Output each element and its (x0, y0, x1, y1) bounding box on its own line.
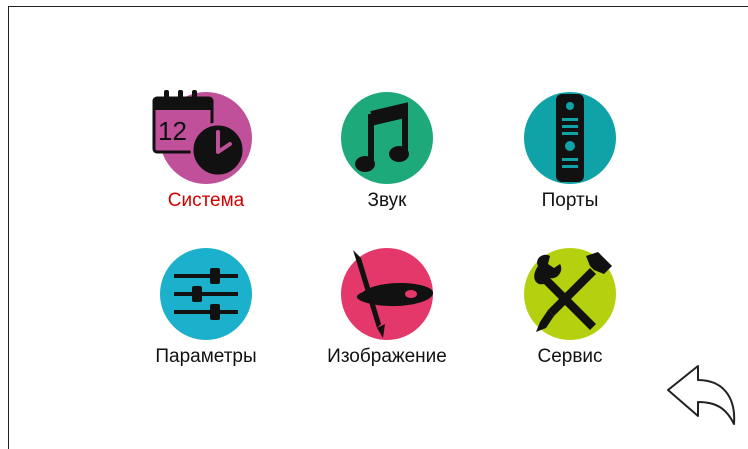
intercom-panel-icon (556, 94, 584, 182)
menu-label-system: Система (167, 190, 245, 211)
menu-item-system[interactable]: 12 Система (126, 90, 286, 242)
menu-label-sound: Звук (367, 190, 407, 211)
menu-label-parameters: Параметры (155, 346, 257, 367)
image-icon-circle (341, 248, 434, 340)
sound-icon-circle (341, 92, 433, 184)
palette-brush-icon (353, 250, 434, 338)
menu-item-parameters[interactable]: Параметры (126, 248, 286, 398)
menu-item-ports[interactable]: Порты (490, 92, 650, 242)
menu-item-service[interactable]: Сервис (490, 248, 650, 398)
service-icon-circle (524, 248, 616, 340)
calendar-number: 12 (158, 116, 187, 146)
menu-label-service: Сервис (537, 346, 603, 367)
menu-item-image[interactable]: Изображение (307, 248, 467, 398)
sliders-icon (174, 268, 238, 320)
parameters-icon-circle (160, 248, 252, 340)
menu-label-ports: Порты (541, 190, 599, 211)
back-button[interactable] (664, 362, 740, 428)
ports-icon-circle (524, 92, 616, 184)
calendar-clock-icon: 12 (152, 90, 246, 178)
music-note-icon (355, 102, 409, 172)
menu-item-sound[interactable]: Звук (307, 92, 467, 242)
back-arrow-icon (667, 365, 736, 425)
wrench-screwdriver-icon (534, 252, 612, 332)
menu-label-image: Изображение (327, 346, 447, 367)
system-icon-circle: 12 (152, 90, 252, 184)
